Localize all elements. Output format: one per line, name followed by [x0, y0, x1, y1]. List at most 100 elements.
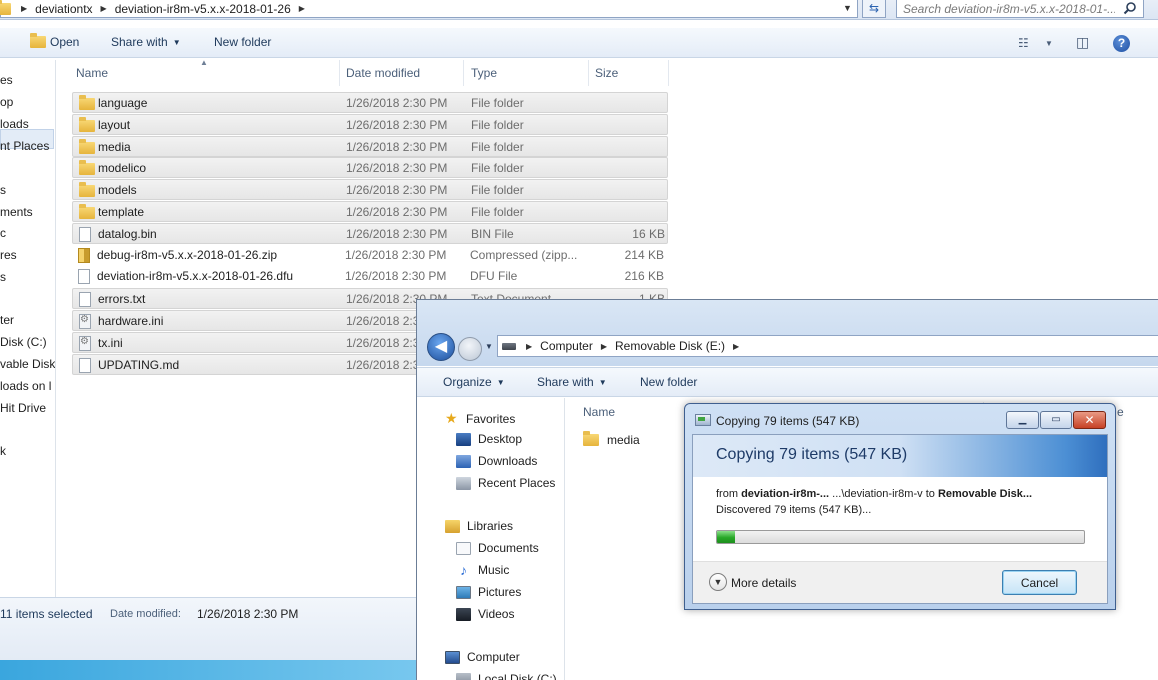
- address-bar[interactable]: ▶ Computer ▶ Removable Disk (E:) ▶: [497, 335, 1158, 357]
- nav-item-music[interactable]: ♪ Music: [456, 561, 509, 578]
- share-with-button[interactable]: Share with ▼: [111, 35, 181, 49]
- nav-item[interactable]: vable Disk: [0, 357, 55, 371]
- nav-item[interactable]: c: [0, 226, 6, 240]
- open-button[interactable]: Open: [30, 33, 79, 49]
- nav-item[interactable]: k: [0, 444, 6, 458]
- documents-icon: [456, 541, 471, 555]
- column-header-date[interactable]: Date modified: [342, 60, 464, 86]
- nav-item-pictures[interactable]: Pictures: [456, 585, 521, 599]
- search-box[interactable]: [896, 0, 1144, 18]
- file-row[interactable]: debug-ir8m-v5.x.x-2018-01-26.zip 1/26/201…: [72, 245, 668, 266]
- from-source[interactable]: deviation-ir8m-...: [741, 488, 829, 500]
- nav-item[interactable]: ments: [0, 205, 33, 219]
- close-button[interactable]: ✕: [1073, 411, 1106, 429]
- file-row[interactable]: layout 1/26/2018 2:30 PM File folder: [72, 113, 668, 135]
- zip-file-icon: [78, 247, 90, 263]
- nav-item[interactable]: s: [0, 270, 6, 284]
- address-bar[interactable]: ▶ deviationtx ▶ deviation-ir8m-v5.x.x-20…: [0, 0, 858, 18]
- search-input[interactable]: [903, 1, 1115, 16]
- breadcrumb-arrow-icon[interactable]: ▶: [101, 4, 107, 13]
- help-icon[interactable]: ?: [1113, 35, 1130, 52]
- nav-item[interactable]: Disk (C:): [0, 335, 47, 349]
- breadcrumb-arrow-icon[interactable]: ▶: [526, 342, 532, 351]
- file-row[interactable]: deviation-ir8m-v5.x.x-2018-01-26.dfu 1/26…: [72, 266, 668, 287]
- progress-fill: [717, 531, 736, 543]
- breadcrumb-item[interactable]: Removable Disk (E:): [615, 339, 725, 353]
- file-item-media[interactable]: media: [583, 431, 640, 447]
- breadcrumb-arrow-icon[interactable]: ▶: [21, 4, 27, 13]
- maximize-button[interactable]: ▭: [1040, 411, 1072, 429]
- file-type: Compressed (zipp...: [470, 247, 578, 262]
- cancel-button[interactable]: Cancel: [1002, 570, 1077, 595]
- file-size: 16 KB: [632, 226, 665, 241]
- column-header-name[interactable]: Name: [583, 405, 615, 419]
- refresh-icon: ⇆: [868, 1, 880, 15]
- nav-item[interactable]: op: [0, 95, 13, 109]
- breadcrumb-arrow-icon[interactable]: ▶: [299, 4, 305, 13]
- view-dropdown-icon[interactable]: ▼: [1045, 39, 1053, 48]
- file-name: models: [98, 183, 137, 198]
- file-row[interactable]: template 1/26/2018 2:30 PM File folder: [72, 201, 668, 222]
- nav-item[interactable]: nt Places: [0, 139, 49, 153]
- nav-item-recent-places[interactable]: Recent Places: [456, 476, 555, 490]
- column-header-cut[interactable]: e: [1117, 405, 1124, 419]
- to-destination[interactable]: Removable Disk...: [938, 488, 1032, 500]
- breadcrumb-item[interactable]: Computer: [540, 339, 593, 353]
- nav-item[interactable]: es: [0, 73, 13, 87]
- file-row[interactable]: media 1/26/2018 2:30 PM File folder: [72, 135, 668, 157]
- search-icon[interactable]: [1123, 1, 1137, 15]
- breadcrumb-arrow-icon[interactable]: ▶: [601, 342, 607, 351]
- details-pane: 11 items selected Date modified: 1/26/20…: [0, 597, 418, 660]
- nav-item[interactable]: res: [0, 248, 17, 262]
- navigation-pane: es op loads nt Places s ments c res s ter Disk (C:…: [0, 60, 56, 600]
- recent-pages-icon[interactable]: ▼: [485, 342, 493, 351]
- column-header-type[interactable]: Type: [467, 60, 589, 86]
- nav-computer[interactable]: Computer: [445, 650, 520, 664]
- chevron-down-icon[interactable]: ▼: [709, 573, 727, 591]
- nav-favorites[interactable]: ★ Favorites: [445, 410, 515, 427]
- preview-pane-icon[interactable]: ◫: [1076, 34, 1089, 51]
- from-label: from: [716, 488, 738, 500]
- maximize-icon: ▭: [1051, 414, 1061, 425]
- nav-item[interactable]: loads on l: [0, 379, 51, 393]
- music-note-icon: ♪: [460, 561, 467, 578]
- column-header-date-label: Date modified: [346, 66, 421, 80]
- forward-button[interactable]: [458, 337, 482, 361]
- file-date: 1/26/2018 2:30 PM: [345, 269, 447, 284]
- nav-item[interactable]: ter: [0, 313, 14, 327]
- share-with-label: Share with: [111, 35, 168, 49]
- file-type: File folder: [471, 183, 524, 198]
- more-details-button[interactable]: More details: [731, 576, 796, 590]
- nav-item-videos[interactable]: Videos: [456, 607, 514, 621]
- nav-libraries[interactable]: Libraries: [445, 519, 513, 533]
- refresh-button[interactable]: ⇆: [862, 0, 886, 18]
- breadcrumb-item[interactable]: deviationtx: [35, 2, 92, 16]
- nav-item-desktop[interactable]: Desktop: [456, 432, 522, 446]
- selection-count: 11 items selected: [0, 607, 93, 621]
- breadcrumb-item[interactable]: deviation-ir8m-v5.x.x-2018-01-26: [115, 2, 291, 16]
- nav-item-label: Desktop: [478, 432, 523, 446]
- file-row[interactable]: datalog.bin 1/26/2018 2:30 PM BIN File 16 K…: [72, 222, 668, 244]
- nav-item-local-disk[interactable]: Local Disk (C:): [456, 672, 557, 680]
- new-folder-button[interactable]: New folder: [214, 35, 271, 49]
- settings-file-icon: [79, 314, 91, 329]
- column-header-size[interactable]: Size: [591, 60, 669, 86]
- minimize-button[interactable]: ▁: [1006, 411, 1039, 429]
- file-row[interactable]: modelico 1/26/2018 2:30 PM File folder: [72, 157, 668, 179]
- breadcrumb-arrow-icon[interactable]: ▶: [733, 342, 739, 351]
- nav-item[interactable]: Hit Drive: [0, 401, 46, 415]
- organize-button[interactable]: Organize ▼: [443, 375, 505, 389]
- nav-item[interactable]: s: [0, 183, 6, 197]
- new-folder-button[interactable]: New folder: [640, 375, 697, 389]
- share-with-button[interactable]: Share with ▼: [537, 375, 607, 389]
- view-options-icon[interactable]: ☷: [1018, 36, 1029, 50]
- file-row[interactable]: language 1/26/2018 2:30 PM File folder: [72, 92, 668, 113]
- folder-icon: [79, 116, 95, 132]
- nav-item-documents[interactable]: Documents: [456, 541, 539, 555]
- address-dropdown-icon[interactable]: ▼: [843, 3, 852, 13]
- nav-item[interactable]: loads: [0, 117, 29, 131]
- back-button[interactable]: ◀: [427, 333, 455, 361]
- nav-item-downloads[interactable]: Downloads: [456, 454, 537, 468]
- column-header-type-label: Type: [471, 66, 498, 80]
- file-row[interactable]: models 1/26/2018 2:30 PM File folder: [72, 179, 668, 201]
